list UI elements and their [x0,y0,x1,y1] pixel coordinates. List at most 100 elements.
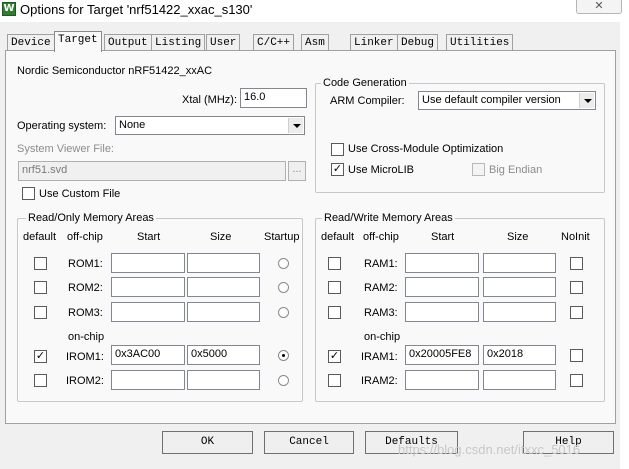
tab-user[interactable]: User [206,34,241,51]
chevron-down-icon[interactable] [288,118,303,133]
cancel-button[interactable]: Cancel [264,431,354,454]
ram1-start-input[interactable] [405,253,479,273]
ram3-size-input[interactable] [483,302,556,322]
ram1-noinit-checkbox[interactable] [570,257,583,270]
svd-input[interactable]: nrf51.svd [18,161,286,181]
rw-memory-title: Read/Write Memory Areas [322,212,455,224]
tab-utilities[interactable]: Utilities [446,34,514,51]
iram1-noinit-checkbox[interactable] [570,349,583,362]
iram2-start-input[interactable] [405,370,479,390]
ro-header-default: default [23,231,57,243]
irom1-start-input[interactable]: 0x3AC00 [111,345,185,365]
close-button[interactable]: ✕ [576,0,622,14]
ram2-default-checkbox[interactable] [328,281,341,294]
iram2-size-input[interactable] [483,370,556,390]
irom1-size-input[interactable]: 0x5000 [187,345,260,365]
irom1-default-checkbox[interactable]: ✓ [34,350,47,363]
cross-module-checkbox[interactable] [331,143,344,156]
code-generation-title: Code Generation [321,77,409,89]
irom1-label: IROM1: [66,351,104,363]
iram2-default-checkbox[interactable] [328,374,341,387]
arm-compiler-select[interactable]: Use default compiler version [418,91,596,110]
ro-header-start: Start [137,231,161,243]
xtal-input[interactable]: 16.0 [240,88,307,108]
rw-header-start: Start [431,231,455,243]
rom1-start-input[interactable] [111,253,185,273]
os-label: Operating system: [17,120,107,132]
rom3-size-input[interactable] [187,302,260,322]
ram2-noinit-checkbox[interactable] [570,281,583,294]
tab-asm[interactable]: Asm [301,34,329,51]
ram3-default-checkbox[interactable] [328,306,341,319]
rw-header-default: default [321,231,355,243]
iram1-size-input[interactable]: 0x2018 [483,345,556,365]
irom2-start-input[interactable] [111,370,185,390]
rom1-label: ROM1: [68,258,103,270]
rom1-size-input[interactable] [187,253,260,273]
rw-header-noinit: NoInit [561,231,590,243]
rom2-startup-radio[interactable] [278,282,289,293]
window-title: Options for Target 'nrf51422_xxac_s130' [20,2,253,17]
rom3-startup-radio[interactable] [278,307,289,318]
iram1-start-input[interactable]: 0x20005FE8 [405,345,479,365]
rom1-startup-radio[interactable] [278,258,289,269]
ro-header-size: Size [210,231,232,243]
svd-browse-button[interactable]: ... [288,161,306,181]
irom2-default-checkbox[interactable] [34,374,47,387]
arm-compiler-value: Use default compiler version [422,94,561,106]
ro-header-startup: Startup [264,231,300,243]
ram2-start-input[interactable] [405,277,479,297]
rom2-label: ROM2: [68,282,103,294]
tab-c-cpp[interactable]: C/C++ [253,34,295,51]
iram2-noinit-checkbox[interactable] [570,374,583,387]
ok-button[interactable]: OK [162,431,253,454]
rom3-start-input[interactable] [111,302,185,322]
ram3-noinit-checkbox[interactable] [570,306,583,319]
rw-header-size: Size [507,231,529,243]
rom3-default-checkbox[interactable] [34,306,47,319]
title-bar[interactable]: W Options for Target 'nrf51422_xxac_s130… [0,0,629,22]
irom1-startup-radio[interactable] [278,350,289,361]
ram1-size-input[interactable] [483,253,556,273]
xtal-label: Xtal (MHz): [182,94,237,106]
big-endian-checkbox[interactable] [472,163,485,176]
ram2-label: RAM2: [364,282,398,294]
tab-target[interactable]: Target [54,31,102,52]
microlib-checkbox[interactable]: ✓ [331,163,344,176]
irom2-size-input[interactable] [187,370,260,390]
ram3-start-input[interactable] [405,302,479,322]
ram1-default-checkbox[interactable] [328,257,341,270]
os-select[interactable]: None [115,116,305,135]
ro-onchip-label: on-chip [68,331,105,343]
iram2-label: IRAM2: [361,375,398,387]
irom2-startup-radio[interactable] [278,375,289,386]
os-select-value: None [119,119,146,131]
ro-memory-title: Read/Only Memory Areas [26,212,156,224]
svd-label: System Viewer File: [17,143,114,155]
tab-debug[interactable]: Debug [397,34,439,51]
chevron-down-icon[interactable] [579,93,594,108]
rw-header-offchip: off-chip [363,231,399,243]
rom2-start-input[interactable] [111,277,185,297]
ram3-label: RAM3: [364,307,398,319]
rom2-size-input[interactable] [187,277,260,297]
ram1-label: RAM1: [364,258,398,270]
microlib-label: Use MicroLIB [348,164,415,176]
rom1-default-checkbox[interactable] [34,257,47,270]
tab-output[interactable]: Output [104,34,152,51]
ram2-size-input[interactable] [483,277,556,297]
watermark: https://blog.csdn.net/itxxc_5016 [398,442,581,457]
rw-onchip-label: on-chip [364,331,401,343]
iram1-default-checkbox[interactable]: ✓ [328,350,341,363]
app-icon: W [2,2,16,16]
rom2-default-checkbox[interactable] [34,281,47,294]
ro-header-offchip: off-chip [67,231,103,243]
window-edge [620,22,629,469]
cross-module-label: Use Cross-Module Optimization [348,143,504,155]
device-name: Nordic Semiconductor nRF51422_xxAC [17,65,213,77]
tab-device[interactable]: Device [7,34,55,51]
tab-linker[interactable]: Linker [350,34,398,51]
custom-file-checkbox[interactable] [22,187,35,200]
tab-listing[interactable]: Listing [151,34,206,51]
rom3-label: ROM3: [68,307,103,319]
